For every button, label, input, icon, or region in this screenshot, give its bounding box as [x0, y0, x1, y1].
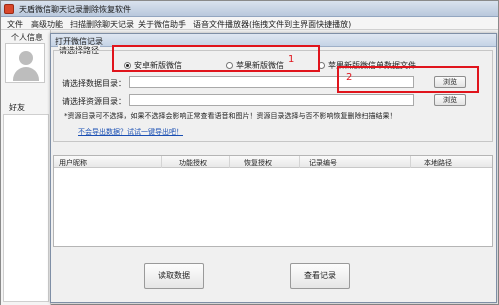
menu-about[interactable]: 关于微信助手	[138, 19, 186, 30]
marker-2: 2	[346, 72, 353, 83]
resource-note: *资源目录可不选择，如果不选择会影响正常查看语音和图片！资源目录选择与否不影响恢…	[64, 112, 397, 120]
left-panel: 个人信息 好友	[1, 30, 51, 305]
col-record-number[interactable]: 记录编号	[309, 158, 337, 168]
avatar-head-icon	[19, 51, 33, 65]
friends-list[interactable]	[3, 114, 49, 302]
table-header: 用户昵称 功能授权 恢复授权 记录编号 本地路径	[54, 156, 492, 168]
view-records-button[interactable]: 查看记录	[290, 263, 350, 289]
col-local-path[interactable]: 本地路径	[424, 158, 452, 168]
col-separator	[161, 156, 162, 168]
personal-info-label: 个人信息	[11, 33, 43, 42]
friends-label: 好友	[9, 103, 25, 112]
avatar	[5, 43, 45, 83]
menu-scan-deleted[interactable]: 扫描删除聊天记录	[70, 19, 134, 30]
col-separator	[299, 156, 300, 168]
highlight-box-2	[337, 66, 479, 93]
menubar: 文件 高级功能 扫描删除聊天记录 关于微信助手 语音文件播放器(拖拽文件到主界面…	[1, 17, 498, 30]
col-function-auth[interactable]: 功能授权	[179, 158, 207, 168]
col-recovery-auth[interactable]: 恢复授权	[244, 158, 272, 168]
menu-voice-player[interactable]: 语音文件播放器(拖拽文件到主界面快捷播放)	[193, 19, 351, 30]
main-window-title: 天盾微信聊天记录删除恢复软件	[19, 5, 131, 14]
app-logo-icon	[4, 4, 14, 14]
main-titlebar[interactable]: 天盾微信聊天记录删除恢复软件	[1, 1, 498, 17]
record-table[interactable]: 用户昵称 功能授权 恢复授权 记录编号 本地路径	[53, 155, 493, 247]
col-separator	[410, 156, 411, 168]
marker-1: 1	[288, 54, 295, 65]
export-link[interactable]: 不会导出数据？试试一键导出吧！	[78, 127, 183, 137]
read-data-button[interactable]: 读取数据	[144, 263, 204, 289]
avatar-body-icon	[13, 67, 39, 81]
menu-advanced[interactable]: 高级功能	[31, 19, 63, 30]
col-nickname[interactable]: 用户昵称	[59, 158, 87, 168]
col-separator	[229, 156, 230, 168]
menu-file[interactable]: 文件	[7, 19, 23, 30]
